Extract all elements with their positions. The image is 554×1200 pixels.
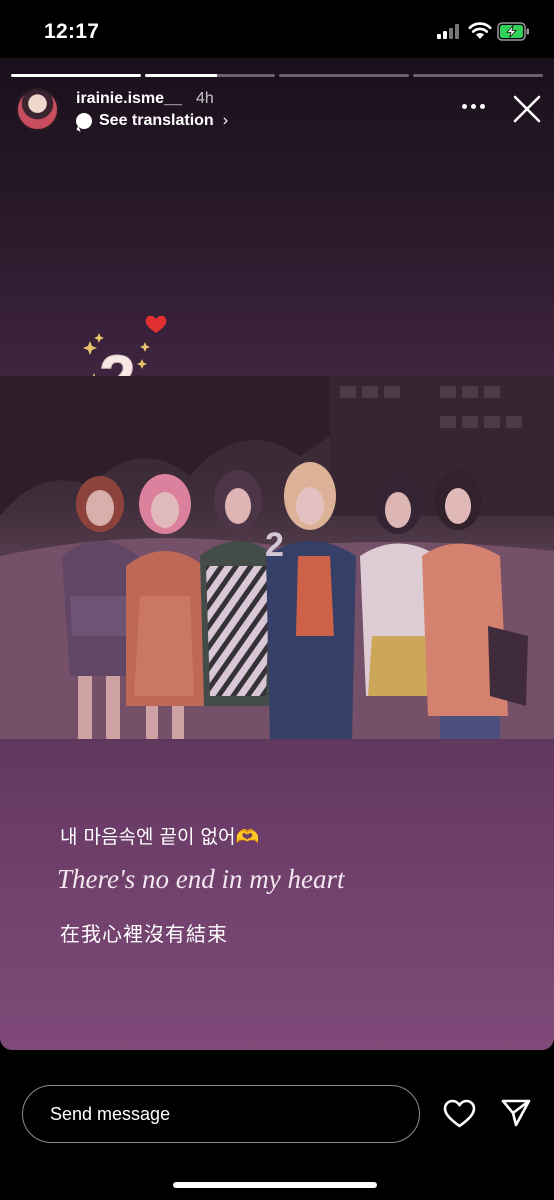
wifi-icon xyxy=(468,22,492,39)
see-translation-label: See translation xyxy=(99,112,214,129)
send-icon[interactable] xyxy=(501,1098,531,1128)
see-translation-button[interactable]: See translation › xyxy=(76,111,228,131)
progress-segment xyxy=(279,74,409,77)
caption-chinese: 在我心裡沒有結束 xyxy=(60,922,228,946)
story-photo: 2 xyxy=(0,376,554,739)
story-canvas[interactable]: 2 내 마음속엔 끝이 없어🫶 There's no end in my hea… xyxy=(0,58,554,1050)
home-indicator[interactable] xyxy=(173,1182,377,1188)
progress-segment xyxy=(413,74,543,77)
progress-segment xyxy=(11,74,141,77)
caption-english: There's no end in my heart xyxy=(57,864,345,894)
cellular-signal-icon xyxy=(437,24,459,39)
speech-bubble-icon xyxy=(76,113,92,129)
username[interactable]: irainie.isme__ xyxy=(76,90,182,108)
progress-segment xyxy=(145,74,275,77)
battery-charging-icon xyxy=(497,22,529,41)
avatar[interactable] xyxy=(16,88,59,131)
post-time: 4h xyxy=(196,90,214,107)
status-bar: 12:17 xyxy=(0,0,554,58)
send-message-input[interactable] xyxy=(22,1085,420,1143)
close-icon[interactable] xyxy=(512,94,542,124)
heart-sticker-icon xyxy=(145,315,167,333)
heart-icon[interactable] xyxy=(443,1099,476,1129)
status-time: 12:17 xyxy=(44,20,100,43)
more-horizontal-icon[interactable] xyxy=(462,104,486,110)
story-progress xyxy=(11,74,543,77)
caption-korean: 내 마음속엔 끝이 없어🫶 xyxy=(60,826,260,848)
chevron-right-icon: › xyxy=(222,112,229,129)
